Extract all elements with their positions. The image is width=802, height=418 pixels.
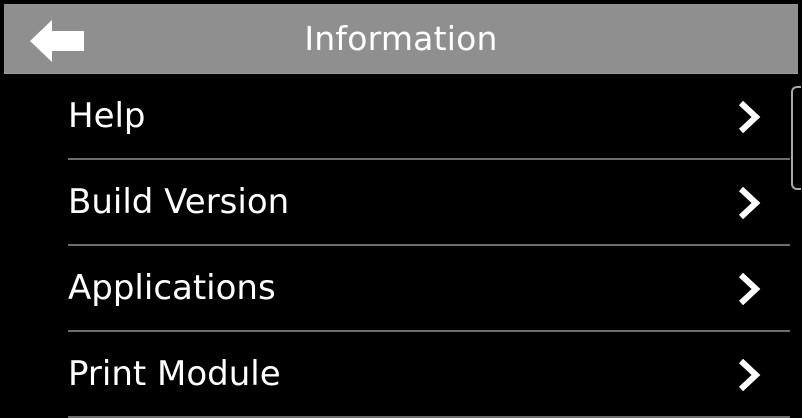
chevron-right-icon (736, 186, 764, 220)
back-button[interactable] (28, 18, 90, 64)
menu-item-label: Applications (68, 268, 276, 308)
menu-list: Help Build Version Applications Print Mo… (0, 74, 802, 418)
header-bar: Information (4, 4, 798, 74)
menu-item-label: Print Module (68, 354, 281, 394)
scrollbar[interactable] (791, 86, 801, 190)
chevron-right-icon (736, 272, 764, 306)
menu-item-print-module[interactable]: Print Module (0, 332, 790, 418)
menu-item-label: Build Version (68, 182, 290, 222)
page-title: Information (304, 19, 498, 58)
menu-item-build-version[interactable]: Build Version (0, 160, 790, 246)
information-screen: Information Help Build Version Applicati… (0, 0, 802, 418)
chevron-right-icon (736, 358, 764, 392)
menu-item-applications[interactable]: Applications (0, 246, 790, 332)
menu-item-help[interactable]: Help (0, 74, 790, 160)
chevron-right-icon (736, 100, 764, 134)
back-arrow-icon (30, 20, 84, 62)
menu-item-label: Help (68, 96, 146, 136)
